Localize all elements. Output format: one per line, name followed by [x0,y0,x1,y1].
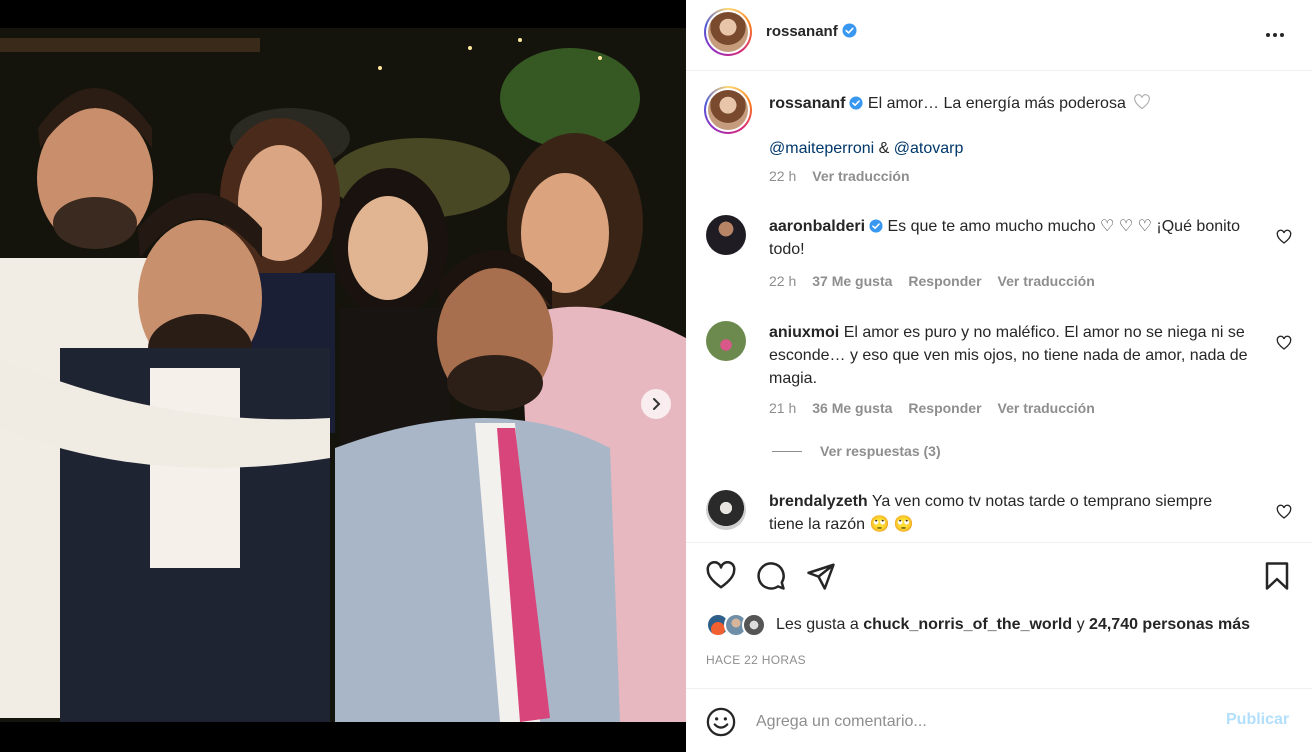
white-heart-icon [1134,94,1151,110]
post-photo[interactable] [0,28,686,722]
comment-username[interactable]: aaronbalderi [769,218,865,235]
author-avatar[interactable] [704,8,752,56]
comment-likes-count[interactable]: 36 Me gusta [812,400,892,416]
caption-body: rossananf El amor… La energía más podero… [769,92,1249,115]
comment-like-heart-icon[interactable] [1276,335,1292,351]
comment-reply-button[interactable]: Responder [908,400,981,416]
comment-reply-button[interactable]: Responder [908,273,981,289]
comment-icon[interactable] [756,561,786,591]
replies-divider [772,450,802,452]
commenter-avatar[interactable] [706,215,746,255]
comment-time[interactable]: 22 h [769,273,796,289]
comment-item: brendalyzeth Ya ven como tv notas tarde … [706,490,1292,542]
photo-illustration [0,28,686,722]
caption: rossananf El amor… La energía más podero… [704,86,1292,188]
carousel-next-button[interactable] [641,389,671,419]
more-options-icon [1266,33,1284,37]
comment-input[interactable] [756,708,1216,736]
caption-text: El amor… La energía más poderosa [867,95,1126,112]
save-icon[interactable] [1262,561,1292,591]
comment-likes-count[interactable]: 37 Me gusta [812,273,892,289]
verified-icon [869,219,883,233]
commenter-avatar[interactable] [706,321,746,361]
comment-like-heart-icon[interactable] [1276,229,1292,245]
share-icon[interactable] [806,561,836,591]
comments-list[interactable]: rossananf El amor… La energía más podero… [686,71,1312,543]
view-replies-button[interactable]: Ver respuestas (3) [772,443,941,459]
view-replies-label[interactable]: Ver respuestas (3) [820,443,941,459]
comment-translate-button[interactable]: Ver traducción [998,400,1095,416]
comment-body: aaronbalderi Es que te amo mucho mucho ♡… [769,215,1249,261]
likes-text: Les gusta a chuck_norris_of_the_world y … [776,616,1250,634]
likes-others-link[interactable]: 24,740 personas más [1089,616,1250,633]
comment-time[interactable]: 21 h [769,400,796,416]
likes-prefix: Les gusta a [776,616,859,633]
comment-meta: 21 h 36 Me gusta Responder Ver traducció… [769,400,1095,416]
comment-item: aaronbalderi Es que te amo mucho mucho ♡… [706,215,1292,295]
mention-separator: & [878,140,890,157]
verified-icon [849,96,864,110]
next-arrow-icon [653,398,661,410]
publish-comment-button[interactable]: Publicar [1226,711,1289,729]
likes-summary: Les gusta a chuck_norris_of_the_world y … [706,613,1250,637]
commenter-avatar[interactable] [706,490,746,530]
comment-username[interactable]: aniuxmoi [769,324,839,341]
verified-icon [842,23,857,38]
caption-mentions: @maiteperroni & @atovarp [769,137,1249,160]
comment-meta: 22 h 37 Me gusta Responder Ver traducció… [769,273,1095,289]
comment-text: El amor es puro y no maléfico. El amor n… [769,324,1248,387]
author-username-text[interactable]: rossananf [766,23,838,40]
emoji-icon[interactable] [706,707,736,737]
comment-username[interactable]: brendalyzeth [769,493,868,510]
liker-avatar[interactable] [742,613,766,637]
likes-conjunction: y [1076,616,1085,633]
comment-item: aniuxmoi El amor es puro y no maléfico. … [706,321,1292,471]
post-header: rossananf [686,0,1312,71]
caption-translate-button[interactable]: Ver traducción [812,168,909,184]
more-options-button[interactable] [1262,22,1288,48]
comment-body: brendalyzeth Ya ven como tv notas tarde … [769,490,1249,536]
post-timestamp[interactable]: HACE 22 HORAS [706,653,806,667]
caption-avatar[interactable] [704,86,752,134]
mention-atovarp[interactable]: @atovarp [894,140,964,157]
comment-composer: Publicar [686,690,1312,752]
author-username[interactable]: rossananf [766,23,857,40]
likes-user-link[interactable]: chuck_norris_of_the_world [863,616,1072,633]
comment-translate-button[interactable]: Ver traducción [998,273,1095,289]
comment-body: aniuxmoi El amor es puro y no maléfico. … [769,321,1249,390]
caption-time[interactable]: 22 h [769,168,796,184]
comment-like-heart-icon[interactable] [1276,504,1292,520]
caption-meta: 22 h Ver traducción [769,168,910,184]
heart-icon[interactable] [706,561,736,591]
post-actions: Les gusta a chuck_norris_of_the_world y … [686,543,1312,689]
post-sidebar: rossananf rossananf El amor… La energía … [686,0,1312,752]
mention-maiteperroni[interactable]: @maiteperroni [769,140,874,157]
caption-username[interactable]: rossananf [769,95,845,112]
post-media [0,0,686,752]
